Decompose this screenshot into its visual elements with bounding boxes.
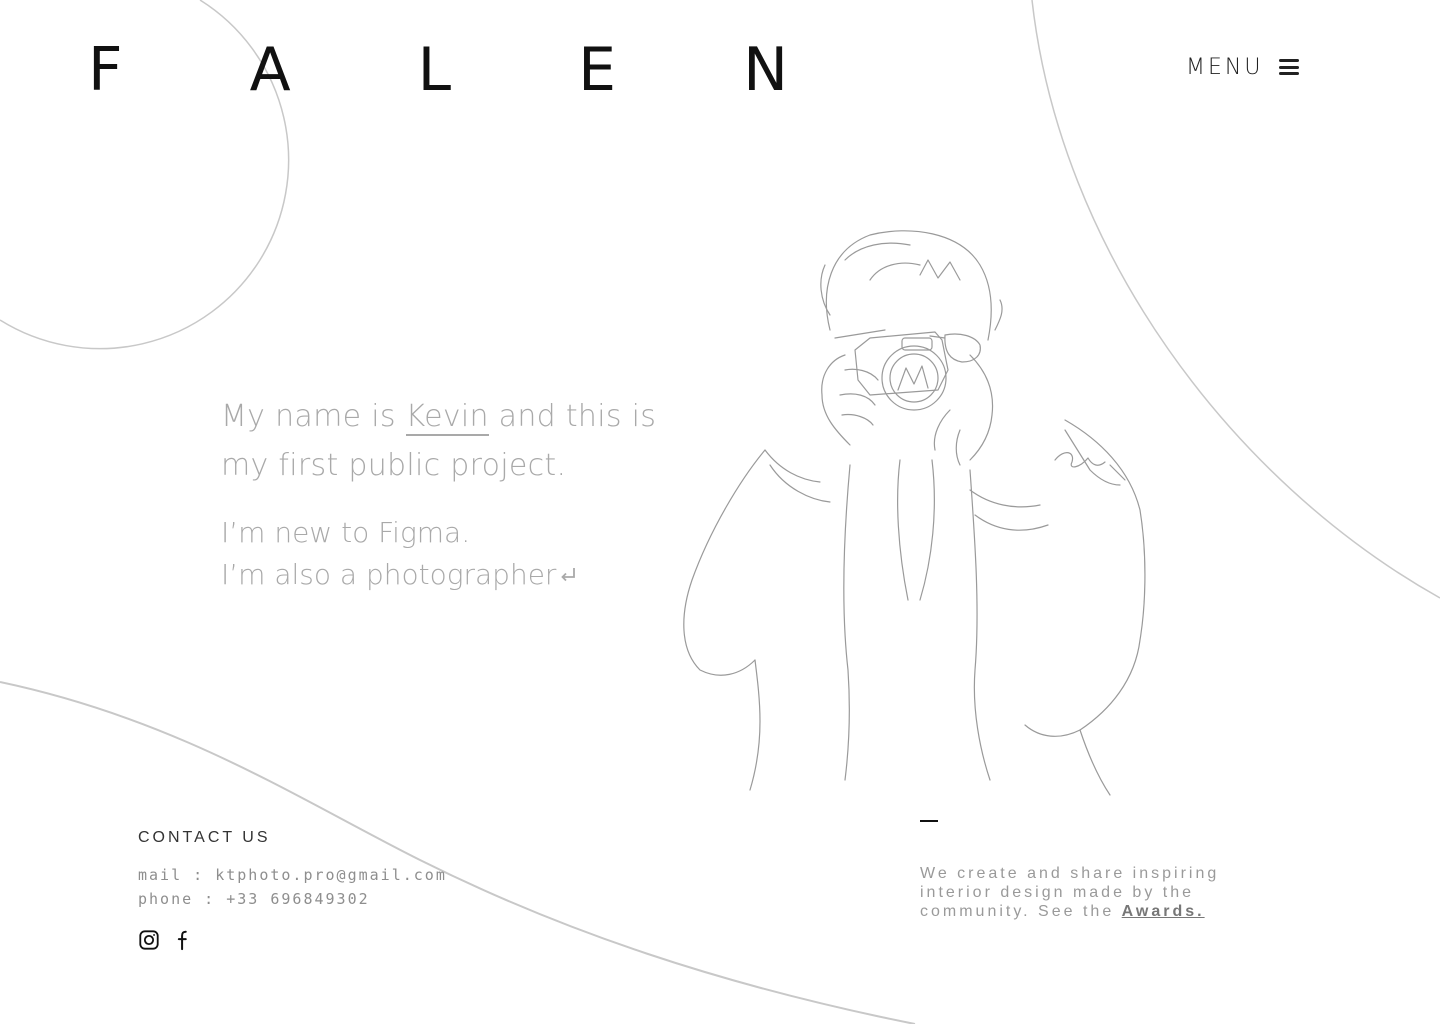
- logo-letter: F: [88, 35, 123, 105]
- intro-sub-line-1: I’m new to Figma.: [221, 516, 471, 549]
- right-hand: [933, 354, 994, 466]
- hair: [825, 230, 992, 341]
- facebook-icon[interactable]: [172, 929, 194, 951]
- social-links: [138, 929, 558, 951]
- photographer-illustration: [683, 230, 1146, 796]
- logo-letter: N: [743, 35, 788, 105]
- intro-sub-line-2: I’m also a photographer: [221, 558, 557, 591]
- about-section: We create and share inspiring interior d…: [920, 820, 1250, 921]
- divider-dash: [920, 820, 938, 822]
- logo-letter: E: [578, 35, 617, 105]
- signature: [1054, 452, 1126, 481]
- intro-headline: My name is Kevin and this is my first pu…: [221, 392, 661, 490]
- contact-section: CONTACT US mail : ktphoto.pro@gmail.com …: [138, 829, 558, 951]
- menu-button[interactable]: MENU: [1186, 50, 1300, 84]
- glasses: [944, 333, 981, 363]
- contact-title: CONTACT US: [138, 829, 271, 846]
- instagram-icon[interactable]: [138, 929, 160, 951]
- menu-label: MENU: [1186, 54, 1264, 80]
- logo-letter: A: [249, 35, 291, 105]
- about-text: We create and share inspiring interior d…: [920, 864, 1250, 921]
- logo[interactable]: F A L E N: [88, 30, 788, 110]
- name-link[interactable]: Kevin: [405, 399, 489, 436]
- intro-section: My name is Kevin and this is my first pu…: [221, 392, 661, 596]
- hamburger-icon: [1279, 57, 1300, 77]
- awards-link[interactable]: Awards.: [1122, 903, 1205, 920]
- hoodie-strings: [897, 459, 935, 601]
- return-arrow-icon: [561, 568, 576, 582]
- left-hand: [821, 354, 879, 446]
- intro-subtext: I’m new to Figma. I’m also a photographe…: [221, 512, 661, 596]
- torso: [683, 449, 766, 676]
- contact-mail[interactable]: mail : ktphoto.pro@gmail.com: [138, 863, 558, 887]
- logo-letter: L: [417, 35, 452, 105]
- intro-text-before: My name is: [221, 399, 406, 434]
- contact-phone[interactable]: phone : +33 696849302: [138, 887, 558, 911]
